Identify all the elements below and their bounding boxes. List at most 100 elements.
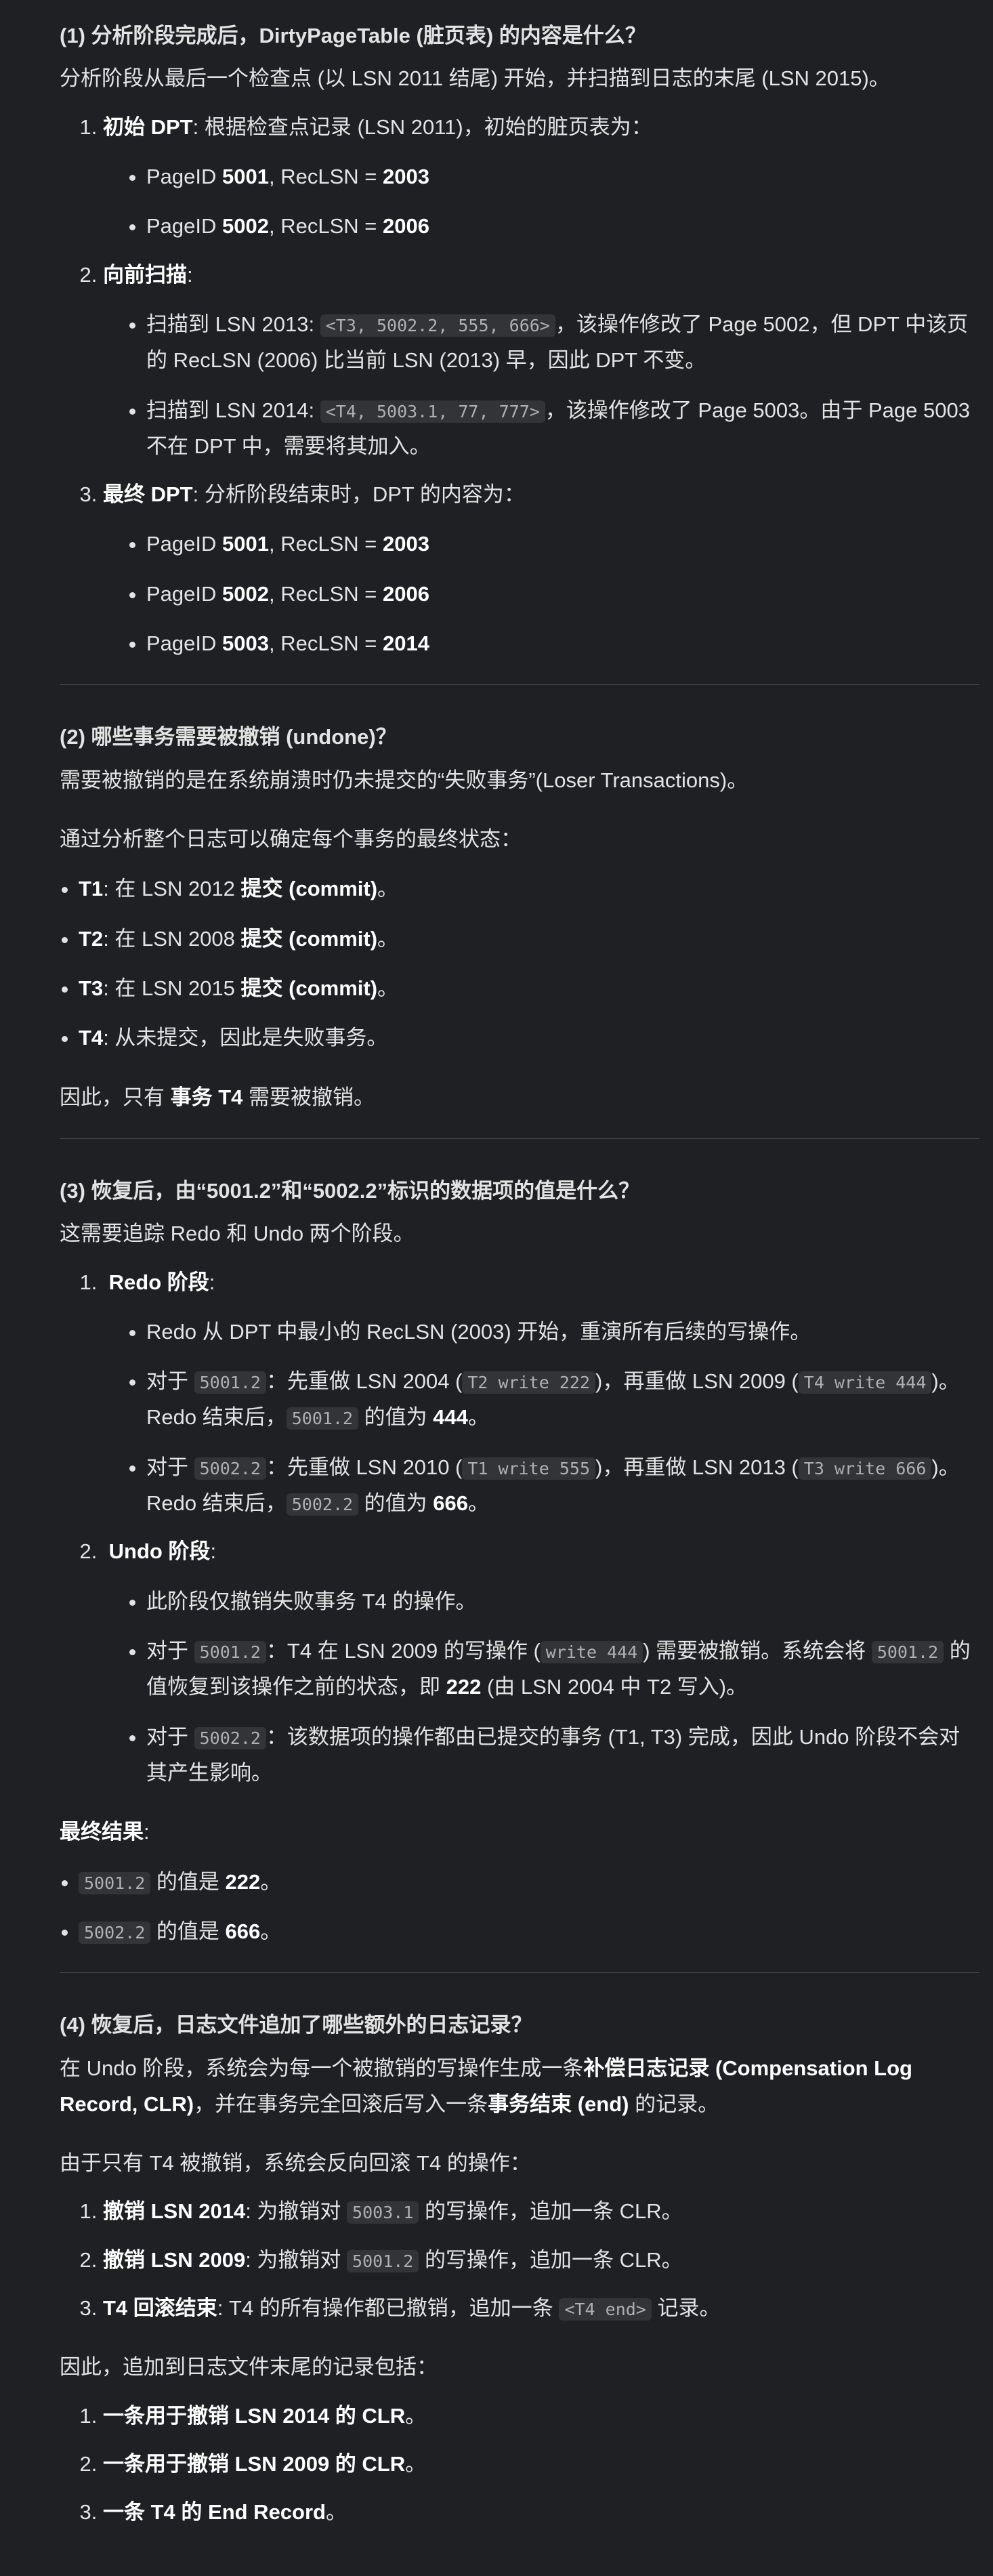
step-text: )，再重做 LSN 2013 ( (595, 1455, 799, 1479)
rollback-label: T4 回滚结束 (103, 2296, 217, 2321)
section-2-title: (2) 哪些事务需要被撤销 (undone)？ (60, 725, 397, 749)
step-text: ：T4 在 LSN 2009 的写操作 ( (266, 1639, 541, 1663)
data-item-code: 5002.2 (194, 1726, 266, 1749)
phase-undo-label: Undo 阶段 (108, 1539, 211, 1564)
step-text: ：先重做 LSN 2010 ( (266, 1455, 463, 1479)
section-4-conclusion: 因此，追加到日志文件末尾的记录包括： (60, 2355, 438, 2380)
scan-text: 扫描到 LSN 2013: (146, 312, 320, 336)
undo-steps: 此阶段仅撤销失败事务 T4 的操作。 对于 5001.2：T4 在 LSN 20… (103, 1583, 979, 1791)
txn-text: 。 (377, 976, 399, 1000)
data-item-code: 5002.2 (194, 1457, 266, 1480)
log-record-code: <T4, 5003.1, 77, 777> (320, 400, 545, 423)
record-text: 。 (405, 2403, 427, 2428)
log-op-code: T4 write 444 (798, 1371, 932, 1394)
initial-dpt-list: PageID 5001, RecLSN = 2003 PageID 5002, … (103, 159, 979, 245)
step-text: 对于 (146, 1724, 194, 1749)
step-forward-scan: 向前扫描: 扫描到 LSN 2013: <T3, 5002.2, 555, 66… (103, 257, 979, 465)
record-label: 一条用于撤销 LSN 2014 的 CLR (103, 2403, 406, 2428)
page-id: 5002 (222, 214, 269, 238)
step-text: (由 LSN 2004 中 T2 写入)。 (481, 1675, 748, 1699)
data-item-code: 5001.2 (347, 2249, 419, 2272)
log-record-code: <T4 end> (559, 2298, 652, 2321)
step-text: 对于 (146, 1369, 194, 1394)
appended-record: 一条 T4 的 End Record。 (103, 2494, 979, 2530)
section-divider (60, 1972, 979, 1974)
txn-state: 提交 (commit) (240, 877, 378, 901)
txn-text: : 从未提交，因此是失败事务。 (103, 1026, 388, 1050)
data-item-code: 5001.2 (194, 1641, 266, 1663)
rollback-text: 的写操作，追加一条 CLR。 (419, 2199, 683, 2224)
result-text: 。 (260, 1869, 282, 1894)
rollback-text: 记录。 (651, 2296, 721, 2321)
section-divider (60, 1138, 979, 1139)
rollback-text: : T4 的所有操作都已撤销，追加一条 (217, 2296, 559, 2321)
entry-text: , RecLSN = (268, 214, 383, 238)
page-id: 5001 (222, 532, 269, 556)
section-dirty-page-table: (1) 分析阶段完成后，DirtyPageTable (脏页表) 的内容是什么？… (60, 14, 979, 661)
record-text: 。 (325, 2500, 347, 2525)
section-extra-log-records: (4) 恢复后，日志文件追加了哪些额外的日志记录？ 在 Undo 阶段，系统会为… (60, 2003, 979, 2530)
value-highlight: 222 (225, 1869, 261, 1894)
step-text: 。 (468, 1491, 490, 1516)
txn-text: : 在 LSN 2008 (103, 926, 241, 951)
final-result-heading: 最终结果: (60, 1814, 979, 1850)
log-op-code: write 444 (540, 1641, 643, 1663)
data-item-code: 5002.2 (286, 1493, 359, 1516)
log-record-code: <T3, 5002.2, 555, 666> (320, 314, 555, 337)
rec-lsn: 2006 (382, 581, 429, 606)
scan-text: 扫描到 LSN 2014: (146, 398, 320, 422)
final-result-colon: : (144, 1820, 150, 1844)
phase-redo: Redo 阶段: Redo 从 DPT 中最小的 RecLSN (2003) 开… (103, 1264, 979, 1522)
log-op-code: T3 write 666 (798, 1457, 932, 1480)
final-dpt-list: PageID 5001 , RecLSN = 2003 PageID 5002, … (103, 526, 979, 661)
entry-text: PageID (146, 581, 223, 606)
scan-list: 扫描到 LSN 2013: <T3, 5002.2, 555, 666>，该操作… (103, 306, 979, 464)
redo-step: 对于 5001.2：先重做 LSN 2004 (T2 write 222)，再重… (146, 1363, 979, 1436)
rec-lsn: 2003 (382, 164, 429, 188)
entry-text: , RecLSN = (268, 581, 383, 606)
step-forward-scan-label: 向前扫描 (103, 262, 187, 287)
record-text: 。 (405, 2452, 427, 2476)
redo-step: 对于 5002.2：先重做 LSN 2010 (T1 write 555)，再重… (146, 1449, 979, 1522)
txn-id: T4 (79, 1026, 104, 1050)
phase-undo: Undo 阶段: 此阶段仅撤销失败事务 T4 的操作。 对于 5001.2：T4… (103, 1533, 979, 1791)
txn-state: 提交 (commit) (240, 926, 378, 951)
entry-text: PageID (146, 631, 223, 656)
phase-redo-label: Redo 阶段 (108, 1270, 209, 1294)
transaction-status: T1: 在 LSN 2012 提交 (commit)。 (79, 871, 979, 907)
rollback-label: 撤销 LSN 2009 (103, 2247, 246, 2272)
rec-lsn: 2003 (382, 532, 429, 556)
intro-text: 的记录。 (629, 2092, 719, 2116)
entry-text: , RecLSN = (268, 631, 383, 656)
section-undone-transactions: (2) 哪些事务需要被撤销 (undone)？ 需要被撤销的是在系统崩溃时仍未提… (60, 715, 979, 1115)
page-id: 5003 (222, 631, 269, 656)
rollback-steps: 撤销 LSN 2014: 为撤销对 5003.1 的写操作，追加一条 CLR。 … (60, 2193, 979, 2326)
txn-id: T2 (79, 926, 104, 951)
data-item-code: 5001.2 (286, 1407, 359, 1430)
txn-text: 。 (377, 877, 399, 901)
phase-colon: : (210, 1539, 217, 1564)
section-3-title: (3) 恢复后，由“5001.2”和“5002.2”标识的数据项的值是什么？ (60, 1178, 640, 1203)
rollback-step: 撤销 LSN 2009: 为撤销对 5001.2 的写操作，追加一条 CLR。 (103, 2242, 979, 2278)
section-divider (60, 684, 979, 686)
conclusion-text: 需要被撤销。 (242, 1085, 375, 1109)
record-label: 一条用于撤销 LSN 2009 的 CLR (103, 2452, 406, 2476)
section-4-intro: 在 Undo 阶段，系统会为每一个被撤销的写操作生成一条补偿日志记录 (Comp… (60, 2050, 979, 2123)
data-item-code: 5003.1 (347, 2201, 419, 2224)
step-initial-dpt-text: : 根据检查点记录 (LSN 2011)，初始的脏页表为： (192, 115, 652, 139)
section-2-conclusion: 因此，只有 事务 T4 需要被撤销。 (60, 1079, 979, 1115)
step-final-dpt: 最终 DPT: 分析阶段结束时，DPT 的内容为： PageID 5001, R… (103, 476, 979, 661)
entry-text: , RecLSN = (268, 164, 383, 188)
step-initial-dpt-label: 初始 DPT (103, 115, 193, 139)
value-highlight: 444 (433, 1405, 469, 1430)
txn-text: : 在 LSN 2012 (103, 877, 241, 901)
undo-step: 对于 5002.2：该数据项的操作都由已提交的事务 (T1, T3) 完成，因此… (146, 1719, 979, 1791)
dpt-entry: PageID 5002, RecLSN = 2006 (146, 576, 979, 612)
result-text: 。 (260, 1919, 282, 1943)
scan-item: 扫描到 LSN 2014: <T4, 5003.1, 77, 777>，该操作修… (146, 392, 979, 465)
rollback-step: T4 回滚结束: T4 的所有操作都已撤销，追加一条 <T4 end> 记录。 (103, 2290, 979, 2326)
step-text: 对于 (146, 1455, 194, 1479)
value-highlight: 666 (433, 1491, 469, 1516)
step-text: 的值为 (358, 1405, 434, 1430)
redo-step: Redo 从 DPT 中最小的 RecLSN (2003) 开始，重演所有后续的… (146, 1314, 979, 1350)
